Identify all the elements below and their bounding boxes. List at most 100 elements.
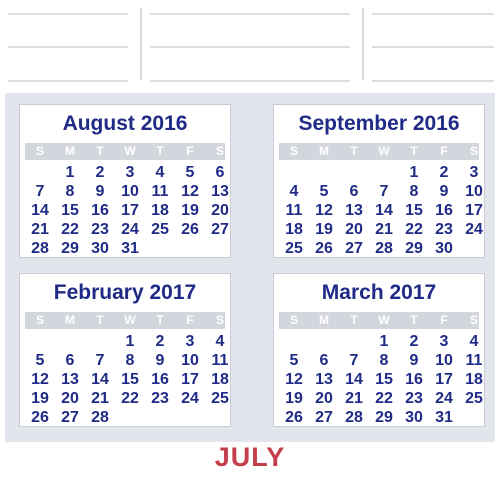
day-cell: 25 [211,390,229,407]
day-cell: 5 [185,164,195,181]
day-cell: 12 [31,371,49,388]
day-cell: 23 [91,221,109,238]
day-cell: 3 [469,164,479,181]
weekday-label: W [124,144,136,158]
weekday-label: S [469,313,478,327]
day-cell: 29 [61,240,79,257]
day-cell: 18 [285,221,303,238]
day-cell: 14 [345,371,363,388]
day-cell: 15 [375,371,393,388]
weekday-label: T [410,313,418,327]
weekday-label: W [124,313,136,327]
day-cell: 12 [181,183,199,200]
day-cell: 25 [285,240,303,257]
day-cell: 7 [379,183,389,200]
day-cell: 6 [65,352,75,369]
note-line [8,80,128,82]
day-cell: 7 [95,352,105,369]
day-cell: 8 [125,352,135,369]
day-cell: 10 [465,183,483,200]
weekday-label: W [378,313,390,327]
day-cell: 30 [435,240,453,257]
day-cell: 25 [465,390,483,407]
day-cell: 26 [181,221,199,238]
day-cell: 26 [315,240,333,257]
day-cell: 18 [465,371,483,388]
day-cell: 16 [91,202,109,219]
day-cell: 13 [315,371,333,388]
day-cell: 3 [185,333,195,350]
month-title: February 2017 [53,281,197,304]
day-cell: 19 [285,390,303,407]
weekday-label: T [156,144,164,158]
day-cell: 13 [345,202,363,219]
day-cell: 14 [31,202,49,219]
day-cell: 16 [435,202,453,219]
note-line [372,46,494,48]
month-calendar-september-2016: September 2016 SMTWTFS 1 2 3 4 5 6 7 8 9 10 11 12 13… [273,104,485,258]
day-cell: 11 [465,352,483,369]
day-cell: 26 [285,409,303,426]
weekday-label: T [350,144,358,158]
month-title: September 2016 [298,112,460,135]
column-divider [362,8,364,80]
day-cell: 10 [121,183,139,200]
weekday-header: SMTWTFS [25,312,225,329]
day-cell: 15 [61,202,79,219]
day-cell: 23 [151,390,169,407]
note-line [150,46,350,48]
note-line [150,80,350,82]
day-cell: 27 [315,409,333,426]
day-cell: 27 [211,221,229,238]
weekday-label: T [410,144,418,158]
weekday-label: W [378,144,390,158]
mini-calendar-panel: August 2016 SMTWTFS 1 2 3 4 5 6 7 8 9 10 11 12 13 14 1… [5,93,495,442]
day-cell: 19 [31,390,49,407]
day-cell: 27 [61,409,79,426]
day-cell: 30 [405,409,423,426]
day-cell: 3 [125,164,135,181]
day-cell: 20 [315,390,333,407]
day-cell: 2 [439,164,449,181]
weekday-label: S [35,144,44,158]
weekday-label: F [186,144,194,158]
day-cell: 19 [315,221,333,238]
weekday-label: M [65,313,75,327]
day-cell: 24 [465,221,483,238]
day-cell: 29 [405,240,423,257]
day-cell: 5 [35,352,45,369]
day-cell: 22 [121,390,139,407]
day-cell: 20 [61,390,79,407]
day-cell: 18 [211,371,229,388]
month-calendar-march-2017: March 2017 SMTWTFS 1 2 3 4 5 6 7 8 9 10 11 12 13 14 15… [273,273,485,427]
weekday-label: S [289,144,298,158]
day-cell: 3 [439,333,449,350]
day-cell: 4 [155,164,165,181]
weekday-label: S [215,144,224,158]
day-cell: 11 [211,352,229,369]
day-cell: 9 [409,352,419,369]
weekday-header: SMTWTFS [25,143,225,160]
weekday-label: T [96,313,104,327]
day-cell: 6 [349,183,359,200]
day-cell: 7 [349,352,359,369]
weekday-label: T [156,313,164,327]
day-cell: 26 [31,409,49,426]
day-cell: 11 [151,183,169,200]
note-line [150,13,350,15]
day-cell: 6 [319,352,329,369]
day-cell: 28 [375,240,393,257]
day-cell: 21 [345,390,363,407]
note-line [372,13,494,15]
weekday-label: T [96,144,104,158]
page-month-label: JULY [214,442,286,472]
weekday-label: F [440,313,448,327]
day-cell: 31 [121,240,139,257]
day-cell: 17 [465,202,483,219]
weekday-label: M [65,144,75,158]
day-cell: 17 [435,371,453,388]
day-cell: 21 [31,221,49,238]
month-calendar-february-2017: February 2017 SMTWTFS 1 2 3 4 5 6 7 8 9 10 11 12 13 1… [19,273,231,427]
note-lines-area [0,0,500,88]
note-line [372,80,494,82]
